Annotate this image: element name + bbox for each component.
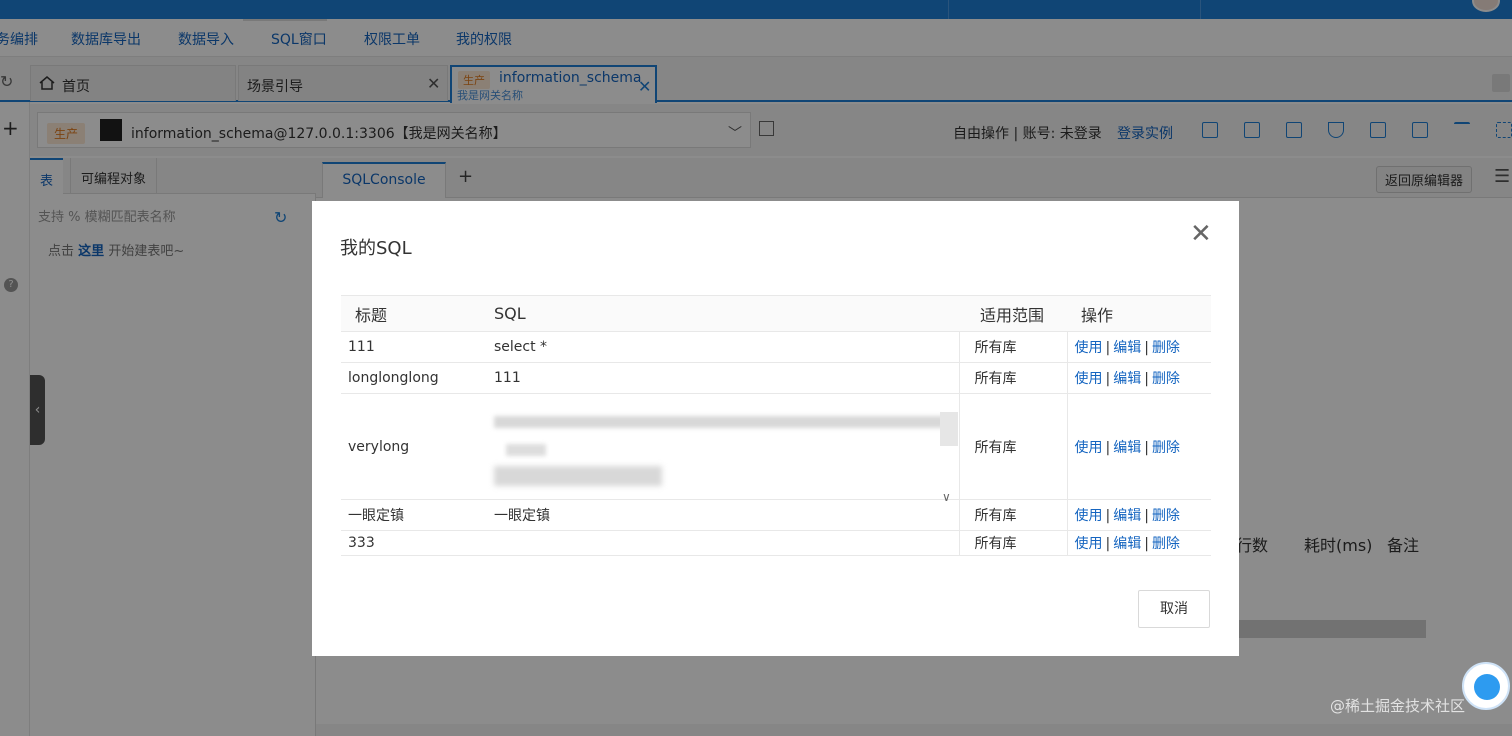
- separator: |: [1144, 371, 1149, 387]
- table-header: 标题 SQL 适用范围 操作: [341, 295, 1211, 332]
- delete-link[interactable]: 删除: [1152, 508, 1180, 524]
- edit-link[interactable]: 编辑: [1113, 536, 1141, 552]
- separator: |: [1144, 340, 1149, 356]
- row-sql: select *: [487, 331, 960, 363]
- row-sql: 一眼定镇: [487, 499, 960, 531]
- delete-link[interactable]: 删除: [1152, 440, 1180, 456]
- blurred-line: [494, 465, 662, 486]
- row-sql-blurred: ∨: [487, 393, 960, 504]
- separator: |: [1105, 371, 1111, 387]
- table-row: verylong ∨ 所有库 使用 | 编辑 | 删除: [341, 393, 1211, 504]
- edit-link[interactable]: 编辑: [1113, 440, 1141, 456]
- separator: |: [1144, 439, 1149, 456]
- edit-link[interactable]: 编辑: [1113, 371, 1141, 387]
- use-link[interactable]: 使用: [1075, 508, 1103, 524]
- sql-scrollbar[interactable]: [940, 411, 958, 446]
- row-actions: 使用 | 编辑 | 删除: [1067, 362, 1211, 394]
- row-scope: 所有库: [959, 530, 1068, 556]
- row-actions: 使用 | 编辑 | 删除: [1067, 393, 1211, 500]
- column-header-scope: 适用范围: [959, 295, 1067, 332]
- column-header-actions: 操作: [1067, 295, 1211, 332]
- row-scope: 所有库: [959, 499, 1068, 531]
- blurred-line: [494, 415, 944, 428]
- table-row: longlonglong 111 所有库 使用 | 编辑 | 删除: [341, 362, 1211, 394]
- separator: |: [1105, 340, 1111, 356]
- use-link[interactable]: 使用: [1075, 440, 1103, 456]
- row-title: 333: [341, 530, 487, 556]
- column-header-sql: SQL: [487, 295, 959, 332]
- row-title: verylong: [341, 393, 487, 500]
- column-header-title: 标题: [341, 295, 487, 332]
- row-title: longlonglong: [341, 362, 487, 394]
- headset-icon: [1474, 674, 1500, 700]
- blurred-sql-content: ∨: [494, 408, 958, 504]
- my-sql-dialog: 我的SQL ✕ 标题 SQL 适用范围 操作 111 select * 所有库 …: [312, 201, 1239, 656]
- row-scope: 所有库: [959, 362, 1068, 394]
- use-link[interactable]: 使用: [1075, 371, 1103, 387]
- row-title: 111: [341, 331, 487, 363]
- row-actions: 使用 | 编辑 | 删除: [1067, 499, 1211, 531]
- edit-link[interactable]: 编辑: [1113, 340, 1141, 356]
- row-actions: 使用 | 编辑 | 删除: [1067, 530, 1211, 556]
- watermark: @稀土掘金技术社区: [1330, 697, 1466, 715]
- row-actions: 使用 | 编辑 | 删除: [1067, 331, 1211, 363]
- cancel-button[interactable]: 取消: [1138, 590, 1210, 628]
- table-row: 333 所有库 使用 | 编辑 | 删除: [341, 530, 1211, 556]
- close-icon[interactable]: ✕: [1190, 219, 1212, 249]
- separator: |: [1144, 508, 1149, 524]
- edit-link[interactable]: 编辑: [1113, 508, 1141, 524]
- dialog-title: 我的SQL: [340, 238, 412, 259]
- row-title: 一眼定镇: [341, 499, 487, 531]
- table-row: 一眼定镇 一眼定镇 所有库 使用 | 编辑 | 删除: [341, 499, 1211, 531]
- delete-link[interactable]: 删除: [1152, 536, 1180, 552]
- row-sql: 111: [487, 362, 960, 394]
- blurred-line: [506, 443, 546, 456]
- delete-link[interactable]: 删除: [1152, 371, 1180, 387]
- separator: |: [1105, 508, 1111, 524]
- row-scope: 所有库: [959, 393, 1068, 500]
- separator: |: [1105, 536, 1111, 552]
- separator: |: [1144, 536, 1149, 552]
- use-link[interactable]: 使用: [1075, 536, 1103, 552]
- customer-service-avatar[interactable]: [1462, 662, 1510, 710]
- use-link[interactable]: 使用: [1075, 340, 1103, 356]
- delete-link[interactable]: 删除: [1152, 340, 1180, 356]
- row-scope: 所有库: [959, 331, 1068, 363]
- saved-sql-table: 标题 SQL 适用范围 操作 111 select * 所有库 使用 | 编辑 | 删除…: [341, 295, 1211, 556]
- row-sql: [487, 530, 960, 556]
- separator: |: [1105, 439, 1111, 456]
- table-row: 111 select * 所有库 使用 | 编辑 | 删除: [341, 331, 1211, 363]
- chevron-down-icon[interactable]: ∨: [942, 490, 951, 504]
